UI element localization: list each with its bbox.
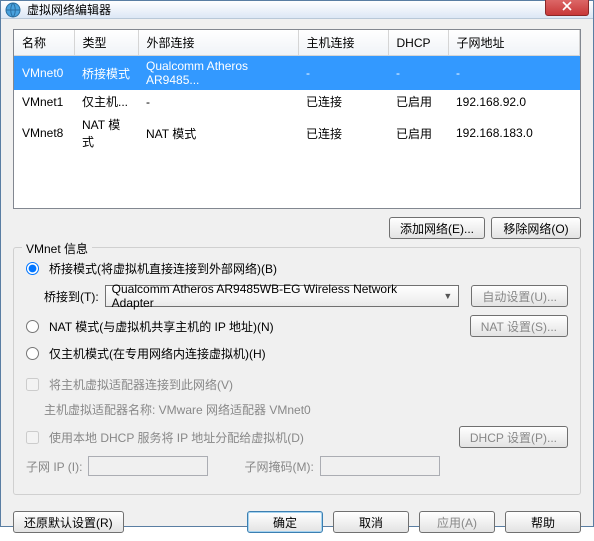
networks-table-container: 名称 类型 外部连接 主机连接 DHCP 子网地址 VMnet0桥接模式Qual… — [13, 29, 581, 209]
table-header-row: 名称 类型 外部连接 主机连接 DHCP 子网地址 — [14, 30, 580, 56]
bridge-mode-label[interactable]: 桥接模式(将虚拟机直接连接到外部网络)(B) — [49, 260, 277, 277]
cancel-button[interactable]: 取消 — [333, 511, 409, 533]
col-dhcp[interactable]: DHCP — [388, 30, 448, 56]
vmnet-info-fieldset: VMnet 信息 桥接模式(将虚拟机直接连接到外部网络)(B) 桥接到(T): … — [13, 247, 581, 495]
nat-settings-button[interactable]: NAT 设置(S)... — [470, 315, 568, 337]
bridge-to-row: 桥接到(T): Qualcomm Atheros AR9485WB-EG Wir… — [44, 285, 568, 307]
bridge-adapter-value: Qualcomm Atheros AR9485WB-EG Wireless Ne… — [112, 282, 439, 310]
hostonly-mode-label[interactable]: 仅主机模式(在专用网络内连接虚拟机)(H) — [49, 345, 266, 362]
use-dhcp-row: 使用本地 DHCP 服务将 IP 地址分配给虚拟机(D) DHCP 设置(P).… — [26, 426, 568, 448]
help-button[interactable]: 帮助 — [505, 511, 581, 533]
hostonly-mode-row: 仅主机模式(在专用网络内连接虚拟机)(H) — [26, 345, 568, 362]
cell-ext: - — [138, 90, 298, 113]
subnet-mask-label: 子网掩码(M): — [244, 458, 313, 475]
cell-subnet: 192.168.183.0 — [448, 113, 580, 153]
table-buttons-row: 添加网络(E)... 移除网络(O) — [13, 217, 581, 239]
cell-name: VMnet1 — [14, 90, 74, 113]
cell-subnet: - — [448, 56, 580, 91]
bridge-to-label: 桥接到(T): — [44, 288, 99, 305]
subnet-ip-input[interactable] — [88, 456, 208, 476]
subnet-mask-input[interactable] — [320, 456, 440, 476]
col-host[interactable]: 主机连接 — [298, 30, 388, 56]
nat-mode-radio[interactable] — [26, 320, 39, 333]
cell-type: 桥接模式 — [74, 56, 138, 91]
cell-type: NAT 模式 — [74, 113, 138, 153]
apply-button[interactable]: 应用(A) — [419, 511, 495, 533]
cell-ext: Qualcomm Atheros AR9485... — [138, 56, 298, 91]
bridge-mode-radio[interactable] — [26, 262, 39, 275]
use-dhcp-label: 使用本地 DHCP 服务将 IP 地址分配给虚拟机(D) — [49, 429, 304, 446]
col-ext[interactable]: 外部连接 — [138, 30, 298, 56]
cell-name: VMnet8 — [14, 113, 74, 153]
connect-host-label: 将主机虚拟适配器连接到此网络(V) — [49, 376, 233, 393]
cell-dhcp: 已启用 — [388, 90, 448, 113]
use-dhcp-checkbox[interactable] — [26, 431, 39, 444]
virtual-network-editor-window: 虚拟网络编辑器 名称 类型 外部连接 主机连接 DHCP 子网地址 VMnet0… — [0, 0, 594, 527]
nat-mode-row: NAT 模式(与虚拟机共享主机的 IP 地址)(N) NAT 设置(S)... — [26, 315, 568, 337]
ok-button[interactable]: 确定 — [247, 511, 323, 533]
col-type[interactable]: 类型 — [74, 30, 138, 56]
table-row[interactable]: VMnet8NAT 模式NAT 模式已连接已启用192.168.183.0 — [14, 113, 580, 153]
close-button[interactable] — [545, 0, 589, 16]
footer: 还原默认设置(R) 确定 取消 应用(A) 帮助 — [1, 503, 593, 541]
dhcp-settings-button[interactable]: DHCP 设置(P)... — [459, 426, 568, 448]
cell-host: 已连接 — [298, 90, 388, 113]
connect-host-checkbox[interactable] — [26, 378, 39, 391]
titlebar: 虚拟网络编辑器 — [1, 1, 593, 19]
app-icon — [5, 2, 21, 18]
hostonly-mode-radio[interactable] — [26, 347, 39, 360]
networks-table[interactable]: 名称 类型 外部连接 主机连接 DHCP 子网地址 VMnet0桥接模式Qual… — [14, 30, 580, 153]
subnet-ip-label: 子网 IP (I): — [26, 458, 82, 475]
host-adapter-name-row: 主机虚拟适配器名称: VMware 网络适配器 VMnet0 — [44, 401, 568, 418]
col-subnet[interactable]: 子网地址 — [448, 30, 580, 56]
host-adapter-name-label: 主机虚拟适配器名称: VMware 网络适配器 VMnet0 — [44, 401, 311, 418]
cell-ext: NAT 模式 — [138, 113, 298, 153]
cell-host: 已连接 — [298, 113, 388, 153]
bridge-mode-row: 桥接模式(将虚拟机直接连接到外部网络)(B) — [26, 260, 568, 277]
content-area: 名称 类型 外部连接 主机连接 DHCP 子网地址 VMnet0桥接模式Qual… — [1, 19, 593, 503]
table-row[interactable]: VMnet0桥接模式Qualcomm Atheros AR9485...--- — [14, 56, 580, 91]
table-row[interactable]: VMnet1仅主机...-已连接已启用192.168.92.0 — [14, 90, 580, 113]
bridge-adapter-select[interactable]: Qualcomm Atheros AR9485WB-EG Wireless Ne… — [105, 285, 460, 307]
col-name[interactable]: 名称 — [14, 30, 74, 56]
vmnet-info-title: VMnet 信息 — [22, 240, 92, 257]
cell-dhcp: 已启用 — [388, 113, 448, 153]
restore-defaults-button[interactable]: 还原默认设置(R) — [13, 511, 124, 533]
add-network-button[interactable]: 添加网络(E)... — [389, 217, 485, 239]
cell-subnet: 192.168.92.0 — [448, 90, 580, 113]
auto-settings-button[interactable]: 自动设置(U)... — [471, 285, 568, 307]
remove-network-button[interactable]: 移除网络(O) — [491, 217, 581, 239]
subnet-row: 子网 IP (I): 子网掩码(M): — [26, 456, 568, 476]
window-title: 虚拟网络编辑器 — [27, 1, 545, 18]
connect-host-row: 将主机虚拟适配器连接到此网络(V) — [26, 376, 568, 393]
cell-host: - — [298, 56, 388, 91]
cell-dhcp: - — [388, 56, 448, 91]
cell-name: VMnet0 — [14, 56, 74, 91]
cell-type: 仅主机... — [74, 90, 138, 113]
nat-mode-label[interactable]: NAT 模式(与虚拟机共享主机的 IP 地址)(N) — [49, 318, 274, 335]
